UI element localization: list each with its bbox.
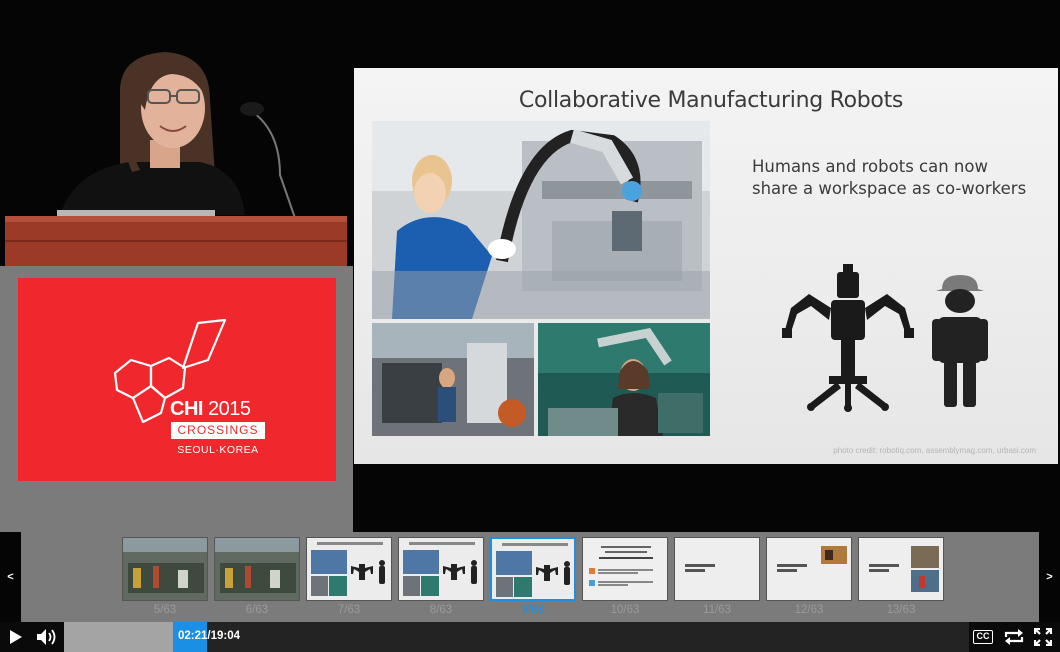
- play-icon[interactable]: [9, 630, 23, 644]
- slide-thumbnail-label: 8/63: [429, 604, 453, 616]
- slide-thumbnail-image: [858, 537, 944, 601]
- seek-bar-played: [64, 622, 175, 652]
- slide-thumbnail[interactable]: 11/63: [674, 537, 760, 616]
- chi-conference: CHI: [170, 398, 203, 420]
- chi-theme: CROSSINGS: [171, 422, 265, 439]
- slide-thumbnail-image: [214, 537, 300, 601]
- slide-thumbnail-label: 10/63: [610, 604, 640, 616]
- slide-thumbnail-image: [398, 537, 484, 601]
- slide-thumbnail-image: [306, 537, 392, 601]
- worker-pictogram-icon: [932, 275, 988, 407]
- slide-thumbnail[interactable]: 7/63: [306, 537, 392, 616]
- current-time: 02:21: [178, 630, 208, 642]
- slide-thumbnail[interactable]: 8/63: [398, 537, 484, 616]
- slide-thumbnail-label: 11/63: [703, 604, 731, 616]
- slide-photo-worker-with-robot: [372, 121, 710, 319]
- chi-year: 2015: [208, 398, 251, 420]
- slide-thumbnail-image: [674, 537, 760, 601]
- closed-captions-button[interactable]: CC: [973, 630, 993, 644]
- slide-body-line-2: share a workspace as co-workers: [752, 179, 1027, 198]
- slide-thumbnail-label: 9/63: [521, 604, 545, 616]
- slide-thumbnail-label: 6/63: [245, 604, 269, 616]
- slide-thumbnail[interactable]: 5/63: [122, 537, 208, 616]
- loop-icon[interactable]: [1003, 628, 1025, 646]
- chi-title: CHI 2015: [170, 398, 251, 421]
- player-control-bar: 02:21/19:04 CC: [0, 622, 1060, 652]
- slide-body-line-1: Humans and robots can now: [752, 157, 988, 176]
- slide-thumbnail-image: [490, 537, 576, 601]
- slide-thumbnail-image: [582, 537, 668, 601]
- time-display: 02:21/19:04: [178, 630, 241, 642]
- slide-thumbnail[interactable]: 10/63: [582, 537, 668, 616]
- slide-thumbnail-image: [122, 537, 208, 601]
- slide-thumbnail[interactable]: 13/63: [858, 537, 944, 616]
- slide-thumbnail-label: 5/63: [153, 604, 177, 616]
- slide-photo-factory-line: [372, 323, 534, 436]
- fullscreen-icon[interactable]: [1034, 628, 1052, 646]
- slide-thumbnail[interactable]: 12/63: [766, 537, 852, 616]
- slide-thumbnail-strip: < 5/63 6/63 7/63 8/63 9/63 10/63 11/63 12/63 13/…: [0, 532, 1060, 622]
- volume-icon[interactable]: [36, 628, 58, 646]
- slide-thumbnail-label: 13/63: [886, 604, 916, 616]
- speaker-image: [0, 0, 353, 266]
- total-time: 19:04: [210, 630, 241, 642]
- slide-thumbnail[interactable]: 9/63: [490, 537, 576, 616]
- slide-thumbnail-label: 7/63: [337, 604, 361, 616]
- slide-thumbnail[interactable]: 6/63: [214, 537, 300, 616]
- thumbnails-next-button[interactable]: >: [1039, 532, 1060, 622]
- slide-title: Collaborative Manufacturing Robots: [518, 88, 904, 113]
- slide-photo-woman-with-cobot: [538, 323, 710, 436]
- presentation-slide: Collaborative Manufacturing Robots Human…: [354, 68, 1058, 464]
- chi-location: SEOUL·KOREA: [177, 444, 259, 456]
- slide-thumbnail-image: [766, 537, 852, 601]
- slide-thumbnail-label: 12/63: [794, 604, 824, 616]
- slide-photo-credit: photo credit: robotiq.com, assemblymag.c…: [833, 446, 1036, 455]
- robot-pictogram-icon: [782, 264, 914, 412]
- thumbnails-prev-button[interactable]: <: [0, 532, 21, 622]
- speaker-video[interactable]: [0, 0, 353, 266]
- slide-body-text: Humans and robots can now share a worksp…: [752, 156, 1052, 200]
- chi-2015-logo: CHI 2015 CROSSINGS SEOUL·KOREA: [18, 278, 336, 481]
